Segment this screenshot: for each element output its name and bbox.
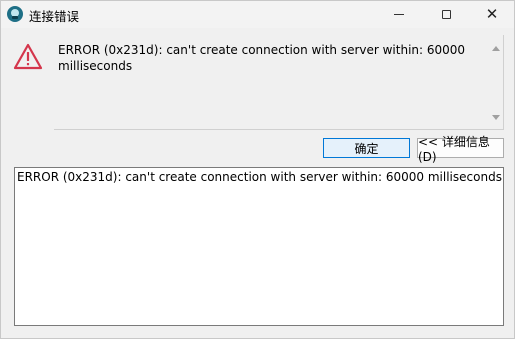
details-textbox[interactable]: ERROR (0x231d): can't create connection … <box>14 167 504 326</box>
warning-triangle-icon <box>13 43 43 70</box>
ok-button[interactable]: 确定 <box>323 138 410 158</box>
close-icon: ✕ <box>485 5 499 23</box>
maximize-button[interactable] <box>423 1 469 28</box>
app-icon <box>7 6 23 22</box>
error-dialog: 连接错误 ✕ ERROR (0x231d): can't create conn… <box>0 0 515 339</box>
title-bar[interactable]: 连接错误 ✕ <box>1 1 514 28</box>
details-text: ERROR (0x231d): can't create connection … <box>17 170 502 184</box>
details-toggle-button[interactable]: << 详细信息(D) <box>417 135 504 164</box>
minimize-button[interactable] <box>376 1 422 28</box>
message-area: ERROR (0x231d): can't create connection … <box>54 35 504 130</box>
window-title: 连接错误 <box>29 9 80 24</box>
message-scrollbar[interactable] <box>489 35 503 129</box>
maximize-icon <box>441 10 451 19</box>
scroll-up-arrow-icon[interactable] <box>492 46 500 51</box>
close-button[interactable]: ✕ <box>469 1 515 28</box>
minimize-icon <box>394 14 404 15</box>
error-message: ERROR (0x231d): can't create connection … <box>58 43 466 73</box>
scroll-down-arrow-icon[interactable] <box>492 115 500 120</box>
